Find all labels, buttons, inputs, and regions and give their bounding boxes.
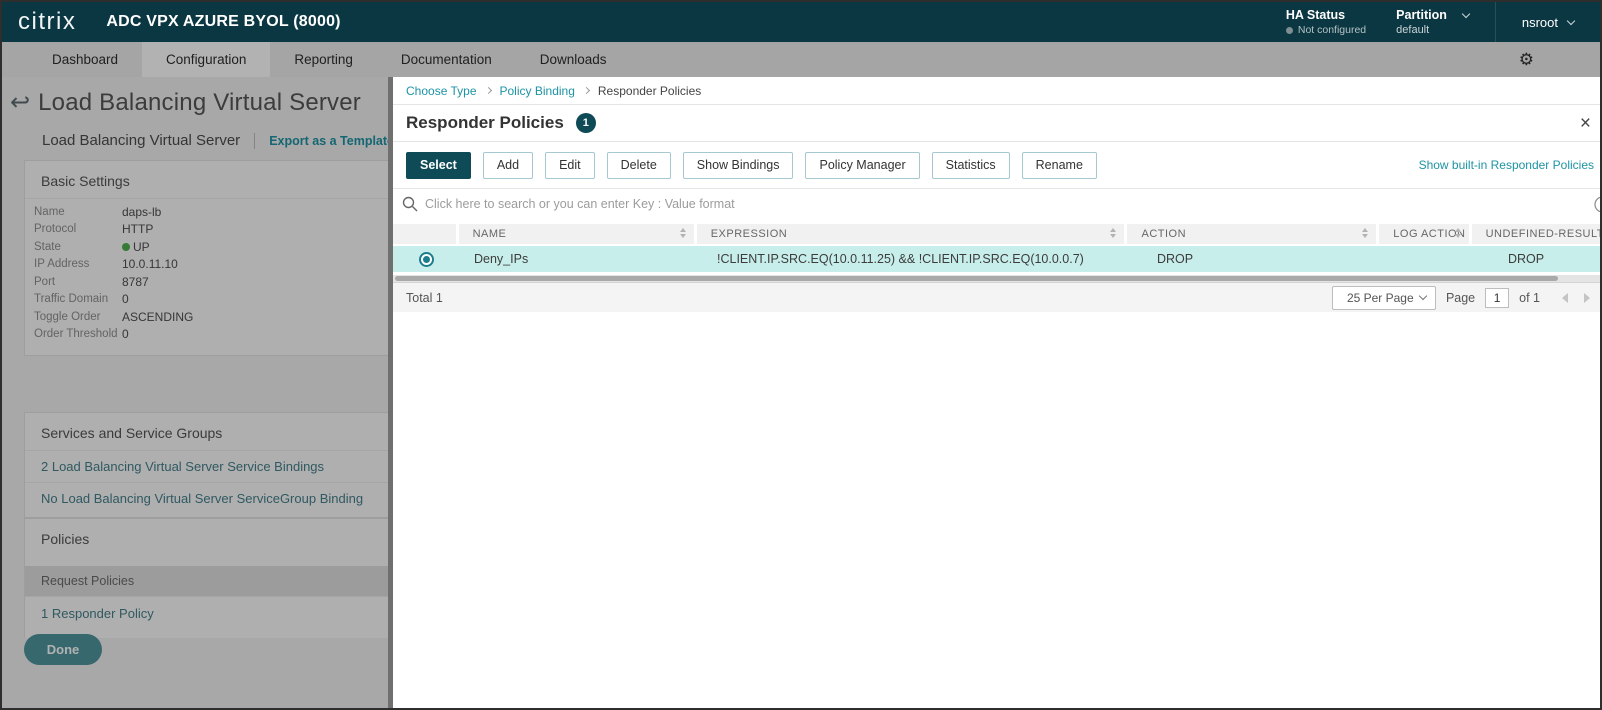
prev-page-arrow-icon[interactable] bbox=[1562, 292, 1568, 303]
per-page-select[interactable]: 25 Per Page bbox=[1331, 285, 1436, 310]
search-icon bbox=[402, 196, 418, 211]
info-icon[interactable] bbox=[1594, 196, 1600, 218]
sort-icon[interactable] bbox=[679, 228, 686, 238]
row-radio-selected[interactable] bbox=[419, 251, 434, 267]
edit-button[interactable]: Edit bbox=[545, 151, 595, 179]
chevron-down-icon bbox=[1418, 291, 1428, 301]
sort-icon[interactable] bbox=[1454, 228, 1461, 238]
cell-action: DROP bbox=[1157, 252, 1194, 266]
scrollbar-thumb[interactable] bbox=[395, 276, 1558, 281]
chevron-down-icon bbox=[1461, 9, 1471, 18]
search-input[interactable] bbox=[425, 196, 1600, 211]
close-icon[interactable]: × bbox=[1580, 114, 1591, 133]
ha-status-text: Not configured bbox=[1297, 24, 1367, 36]
screen: citrix ADC VPX AZURE BYOL (8000) HA Stat… bbox=[0, 0, 1602, 710]
breadcrumb-current: Responder Policies bbox=[597, 83, 702, 98]
next-page-arrow-icon[interactable] bbox=[1584, 292, 1590, 303]
chevron-down-icon bbox=[1566, 16, 1576, 25]
column-header-name[interactable]: NAME bbox=[458, 224, 694, 244]
page-number-input[interactable] bbox=[1485, 287, 1510, 308]
radio-column-header bbox=[393, 224, 456, 244]
sort-icon[interactable] bbox=[1362, 228, 1369, 238]
table-row[interactable]: Deny_IPs !CLIENT.IP.SRC.EQ(10.0.11.25) &… bbox=[393, 246, 1600, 272]
page-label: Page bbox=[1445, 290, 1476, 305]
delete-button[interactable]: Delete bbox=[606, 151, 671, 179]
total-count: Total 1 bbox=[406, 290, 443, 305]
responder-policies-panel: Choose Type Policy Binding Responder Pol… bbox=[388, 77, 1600, 708]
column-header-expression[interactable]: EXPRESSION bbox=[696, 224, 1125, 244]
cell-name: Deny_IPs bbox=[474, 252, 529, 266]
horizontal-scrollbar[interactable] bbox=[393, 275, 1600, 282]
top-header: citrix ADC VPX AZURE BYOL (8000) HA Stat… bbox=[2, 2, 1600, 42]
breadcrumb: Choose Type Policy Binding Responder Pol… bbox=[393, 77, 1600, 105]
search-bar bbox=[393, 188, 1600, 218]
pagination-bar: Total 1 25 Per Page Page of 1 bbox=[393, 282, 1600, 312]
add-button[interactable]: Add bbox=[482, 151, 534, 179]
column-header-undefined-result[interactable]: UNDEFINED-RESULT bbox=[1471, 224, 1600, 244]
sort-icon[interactable] bbox=[1110, 228, 1117, 238]
breadcrumb-chevron-icon bbox=[484, 86, 492, 95]
toolbar: Select Add Edit Delete Show Bindings Pol… bbox=[393, 142, 1600, 188]
panel-title: Responder Policies bbox=[406, 113, 564, 132]
rename-button[interactable]: Rename bbox=[1021, 151, 1097, 179]
select-button[interactable]: Select bbox=[406, 151, 471, 179]
panel-titlebar: Responder Policies 1 × bbox=[393, 105, 1600, 142]
header-right: HA Status Not configured Partition defau… bbox=[1285, 2, 1600, 42]
page-of-label: of 1 bbox=[1519, 290, 1540, 305]
partition-label: Partition bbox=[1396, 8, 1447, 22]
partition-dropdown[interactable]: Partition default bbox=[1396, 8, 1471, 36]
cell-expression: !CLIENT.IP.SRC.EQ(10.0.11.25) && !CLIENT… bbox=[717, 252, 1084, 266]
column-header-action[interactable]: ACTION bbox=[1127, 224, 1377, 244]
ha-status-dot-icon bbox=[1285, 26, 1293, 34]
product-title: ADC VPX AZURE BYOL (8000) bbox=[106, 13, 341, 30]
table-header: NAME EXPRESSION ACTION LOG ACTION UNDEFI… bbox=[393, 224, 1600, 244]
show-bindings-button[interactable]: Show Bindings bbox=[682, 151, 794, 179]
show-builtin-link[interactable]: Show built-in Responder Policies bbox=[1419, 158, 1594, 172]
partition-value: default bbox=[1396, 24, 1430, 36]
policy-manager-button[interactable]: Policy Manager bbox=[805, 151, 920, 179]
breadcrumb-chevron-icon bbox=[582, 86, 590, 95]
ha-status-value: Not configured bbox=[1285, 24, 1367, 36]
ha-status-block: HA Status Not configured bbox=[1285, 8, 1367, 36]
breadcrumb-choose-type[interactable]: Choose Type bbox=[406, 84, 477, 98]
ha-status-label: HA Status bbox=[1285, 8, 1346, 22]
breadcrumb-policy-binding[interactable]: Policy Binding bbox=[500, 84, 575, 98]
header-separator bbox=[1494, 2, 1496, 42]
user-menu[interactable]: nsroot bbox=[1521, 14, 1576, 30]
username: nsroot bbox=[1521, 14, 1558, 30]
count-badge: 1 bbox=[575, 113, 596, 133]
cell-undefined-result: DROP bbox=[1508, 252, 1545, 266]
column-header-log-action[interactable]: LOG ACTION bbox=[1379, 224, 1469, 244]
policies-table: NAME EXPRESSION ACTION LOG ACTION UNDEFI… bbox=[393, 224, 1600, 282]
statistics-button[interactable]: Statistics bbox=[931, 151, 1010, 179]
citrix-logo: citrix bbox=[18, 8, 77, 35]
